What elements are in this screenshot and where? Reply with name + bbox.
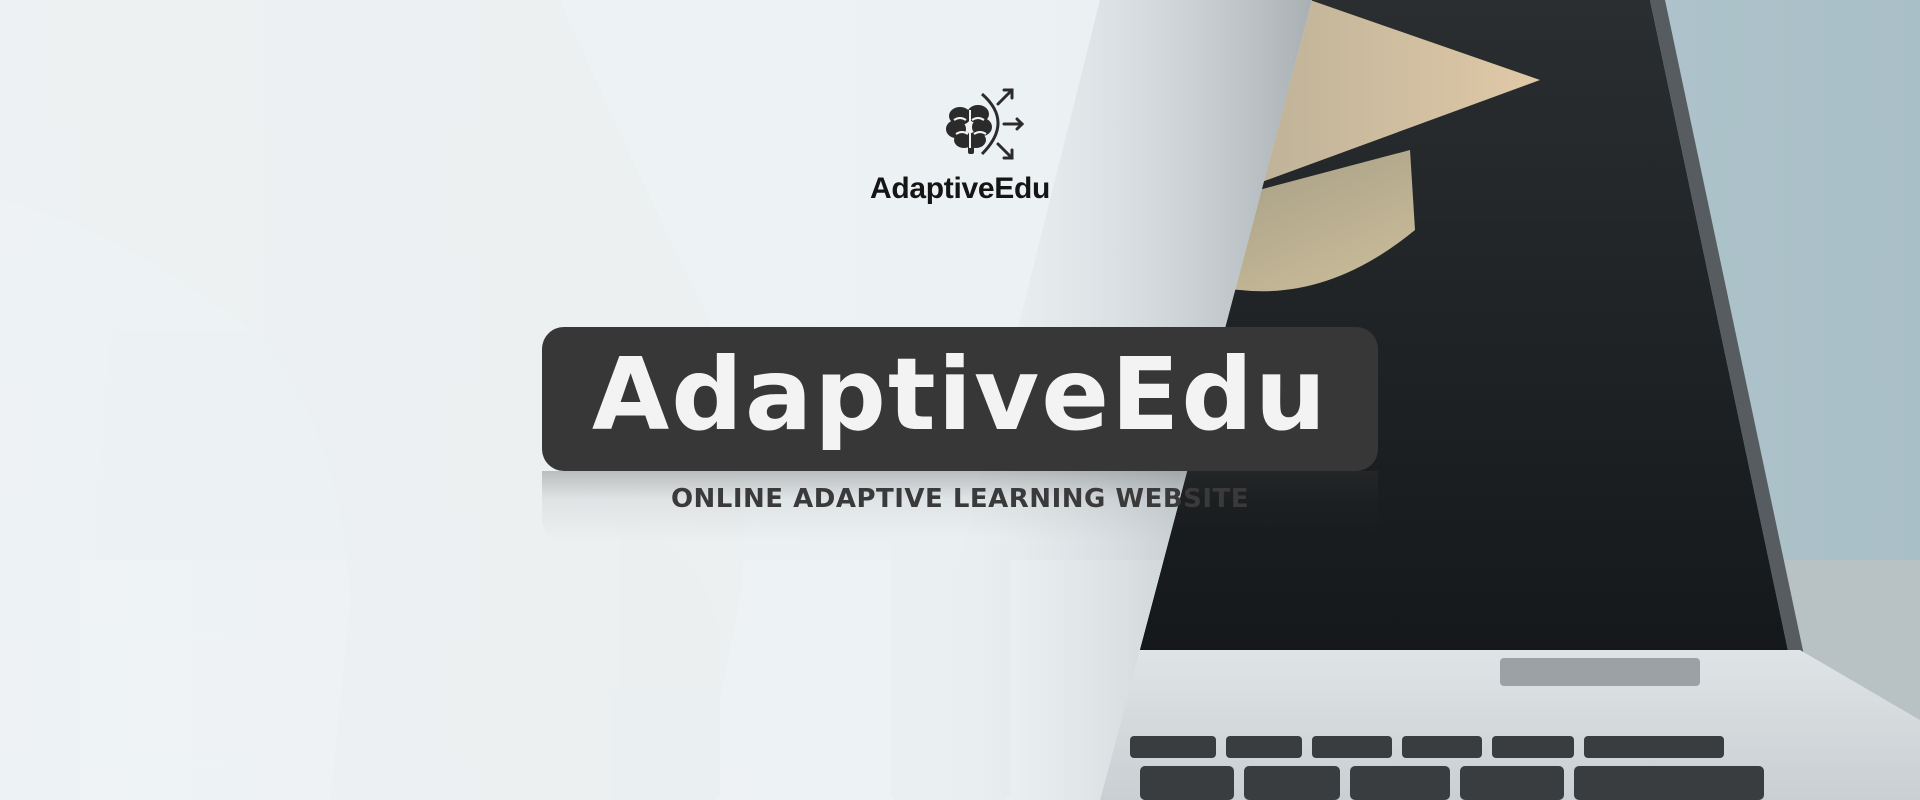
title-banner: AdaptiveEdu [542, 327, 1378, 541]
hero-title: AdaptiveEdu [591, 336, 1329, 453]
logo-wordmark: AdaptiveEdu [869, 172, 1051, 205]
brand-logo: AdaptiveEdu [0, 74, 1920, 206]
brain-with-arrows-icon [946, 88, 1025, 160]
hero-subtitle: ONLINE ADAPTIVE LEARNING WEBSITE [670, 484, 1250, 514]
hero-banner: AdaptiveEdu AdaptiveEdu ONLINE ADAPTIVE … [0, 0, 1920, 800]
